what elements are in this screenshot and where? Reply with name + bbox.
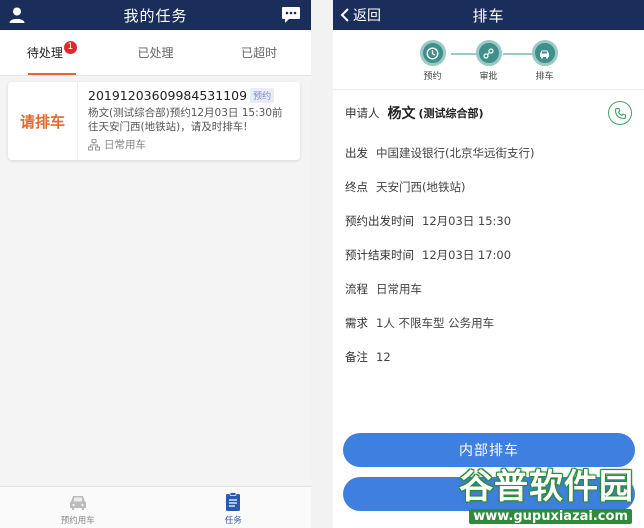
step-circle (531, 40, 558, 66)
tabbar-label: 预约用车 (60, 516, 95, 526)
chat-icon[interactable] (281, 6, 301, 24)
step-approve: 审批 (461, 40, 517, 82)
car-icon (69, 496, 86, 510)
step-circle (475, 40, 502, 66)
flow-icon (483, 47, 494, 59)
tab-pending[interactable]: 待处理 1 (0, 30, 104, 75)
clipboard-icon (226, 492, 241, 511)
applicant-row: 申请人 杨文 (测试综合部) (345, 90, 632, 136)
tabbar-item-reserve[interactable]: 预约用车 (0, 487, 156, 528)
watermark-url: www.gupuxiazai.com (469, 509, 632, 524)
tab-processed[interactable]: 已处理 (104, 30, 208, 75)
field-value: 中国建设银行(北京华远街支行) (376, 146, 535, 160)
tabbar-label: 任务 (224, 516, 242, 526)
field-value: 12月03日 15:30 (422, 214, 512, 228)
step-label: 排车 (535, 72, 554, 82)
field-remark: 备注 12 (345, 340, 632, 374)
clock-icon (426, 47, 439, 59)
progress-stepper: 预约 审批 排车 (333, 30, 644, 90)
tabbar-item-tasks[interactable]: 任务 (156, 487, 312, 528)
back-button[interactable]: 返回 (339, 5, 381, 25)
step-reserve: 预约 (405, 40, 461, 82)
field-process: 流程 日常用车 (345, 272, 632, 306)
person-icon[interactable] (8, 6, 26, 24)
task-list-screen: 我的任务 待处理 1 已处理 已超时 请排车 20191203609984531 (0, 0, 311, 528)
field-label: 申请人 (345, 106, 380, 120)
top-navbar: 我的任务 (0, 0, 311, 30)
screenshot-stage: 我的任务 待处理 1 已处理 已超时 请排车 20191203609984531 (0, 0, 644, 528)
field-value: 12月03日 17:00 (422, 248, 512, 262)
field-label: 预计结束时间 (345, 248, 414, 262)
task-description-line: 往天安门西(地铁站)，请及时排车! (88, 121, 248, 133)
watermark-title: 谷普软件园 (459, 467, 634, 507)
field-value: 日常用车 (376, 282, 422, 296)
order-number: 20191203609984531109 (88, 88, 248, 103)
field-requirement: 需求 1人 不限车型 公务用车 (345, 306, 632, 340)
field-value: 1人 不限车型 公务用车 (376, 316, 495, 330)
field-destination: 终点 天安门西(地铁站) (345, 170, 632, 204)
field-label: 终点 (345, 180, 368, 194)
field-value: 12 (376, 350, 391, 364)
back-label: 返回 (353, 8, 381, 24)
page-title: 我的任务 (123, 6, 188, 25)
task-action-label: 请排车 (8, 82, 78, 160)
field-label: 流程 (345, 282, 368, 296)
applicant-dept: (测试综合部) (418, 107, 484, 120)
dispatch-screen: 返回 排车 预约 审批 排车 申请人 杨文 (测试综合部) 出发 中国建设银行(… (333, 0, 644, 528)
reservation-tag: 预约 (250, 88, 275, 103)
field-departure: 出发 中国建设银行(北京华远街支行) (345, 136, 632, 170)
field-value: 天安门西(地铁站) (376, 180, 466, 194)
tab-label: 待处理 (26, 46, 63, 60)
task-details: 20191203609984531109 预约 杨文(测试综合部)预约12月03… (88, 88, 294, 152)
step-circle (419, 40, 446, 66)
task-description: 杨文(测试综合部)预约12月03日 15:30前 往天安门西(地铁站)，请及时排… (88, 106, 294, 134)
order-detail: 申请人 杨文 (测试综合部) 出发 中国建设银行(北京华远街支行) 终点 天安门… (333, 90, 644, 374)
task-card[interactable]: 请排车 20191203609984531109 预约 杨文(测试综合部)预约1… (8, 82, 300, 160)
tab-overdue[interactable]: 已超时 (207, 30, 311, 75)
field-label: 备注 (345, 350, 368, 364)
field-depart-time: 预约出发时间 12月03日 15:30 (345, 204, 632, 238)
step-label: 预约 (423, 72, 442, 82)
flow-name: 日常用车 (104, 139, 146, 151)
phone-icon (614, 107, 626, 119)
field-end-time: 预计结束时间 12月03日 17:00 (345, 238, 632, 272)
call-button[interactable] (608, 101, 632, 125)
step-dispatch: 排车 (517, 40, 573, 82)
tab-label: 已超时 (241, 46, 278, 60)
field-label: 预约出发时间 (345, 214, 414, 228)
field-label: 出发 (345, 146, 368, 160)
order-number-row: 20191203609984531109 预约 (88, 88, 294, 103)
step-label: 审批 (479, 72, 498, 82)
task-tabs: 待处理 1 已处理 已超时 (0, 30, 311, 76)
watermark-logo: 谷普软件园 www.gupuxiazai.com (446, 464, 642, 528)
task-description-line: 杨文(测试综合部)预约12月03日 15:30前 (88, 107, 283, 119)
bottom-tabbar: 预约用车 任务 (0, 486, 311, 528)
car-icon (540, 50, 549, 58)
top-navbar: 返回 排车 (333, 0, 644, 30)
applicant-name: 杨文 (387, 106, 416, 122)
page-title: 排车 (472, 6, 505, 25)
field-label: 需求 (345, 316, 368, 330)
flow-icon (88, 138, 100, 150)
tab-label: 已处理 (137, 46, 174, 60)
pending-count-badge: 1 (63, 41, 77, 54)
chevron-left-icon (340, 8, 349, 22)
task-flow: 日常用车 (88, 137, 294, 152)
